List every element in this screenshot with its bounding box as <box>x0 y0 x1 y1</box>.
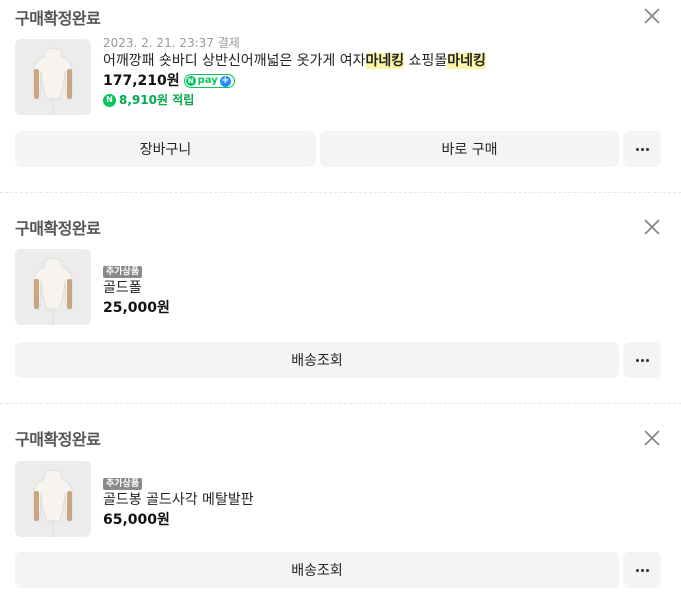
close-icon[interactable] <box>643 218 661 236</box>
product-price: 25,000원 <box>103 300 170 316</box>
track-delivery-button[interactable]: 배송조회 <box>15 552 619 588</box>
npay-label: pay <box>197 75 218 86</box>
more-options-button[interactable] <box>623 131 661 167</box>
buy-now-button[interactable]: 바로 구매 <box>320 131 619 167</box>
product-info: 2023. 2. 21. 23:37 결제 어깨깡패 숏바디 상반신어깨넓은 옷… <box>103 35 486 109</box>
order-card: 구매확정완료 2023. 2. 21. 23:37 결제 어깨깡패 숏바디 상반… <box>0 0 681 192</box>
close-icon[interactable] <box>643 7 661 25</box>
product-price: 177,210원 <box>103 73 180 89</box>
npay-n-icon: N <box>185 76 196 86</box>
title-text: 쇼핑몰 <box>404 53 448 69</box>
product-info: 추가상품 골드봉 골드사각 메탈발판 65,000원 <box>103 471 254 530</box>
product-name[interactable]: 골드폴 <box>103 278 170 298</box>
plus-icon: + <box>219 75 231 87</box>
track-delivery-button[interactable]: 배송조회 <box>15 342 619 378</box>
product-thumbnail[interactable] <box>15 249 91 325</box>
product-title[interactable]: 어깨깡패 숏바디 상반신어깨넓은 옷가게 여자마네킹 쇼핑몰마네킹 <box>103 51 486 71</box>
more-options-button[interactable] <box>623 342 661 378</box>
more-options-button[interactable] <box>623 552 661 588</box>
order-card: 구매확정완료 추가상품 골드폴 25,000원 배송조회 <box>0 193 681 403</box>
product-name[interactable]: 골드봉 골드사각 메탈발판 <box>103 490 254 510</box>
product-info: 추가상품 골드폴 25,000원 <box>103 259 170 318</box>
cart-button[interactable]: 장바구니 <box>15 131 316 167</box>
product-thumbnail[interactable] <box>15 461 91 537</box>
npay-plus-badge: N pay + <box>183 74 235 88</box>
order-card: 구매확정완료 추가상품 골드봉 골드사각 메탈발판 65,000원 배송조회 <box>0 404 681 601</box>
title-highlight: 마네킹 <box>365 53 405 69</box>
close-icon[interactable] <box>643 429 661 447</box>
additional-item-badge: 추가상품 <box>103 478 143 490</box>
more-icon <box>635 568 649 572</box>
title-highlight: 마네킹 <box>447 53 486 69</box>
naver-points-icon: N <box>103 93 116 107</box>
points-text: 8,910원 적립 <box>119 93 195 107</box>
more-icon <box>635 147 649 151</box>
order-status: 구매확정완료 <box>15 219 101 238</box>
price-row: 177,210원 N pay + <box>103 71 486 91</box>
order-status: 구매확정완료 <box>15 430 101 449</box>
points-row: N 8,910원 적립 <box>103 91 486 109</box>
product-thumbnail[interactable] <box>15 39 91 115</box>
order-status: 구매확정완료 <box>15 9 101 28</box>
payment-date: 2023. 2. 21. 23:37 결제 <box>103 36 240 50</box>
title-text: 어깨깡패 숏바디 상반신어깨넓은 옷가게 여자 <box>103 53 366 69</box>
more-icon <box>635 358 649 362</box>
product-price: 65,000원 <box>103 512 170 528</box>
additional-item-badge: 추가상품 <box>103 266 143 278</box>
